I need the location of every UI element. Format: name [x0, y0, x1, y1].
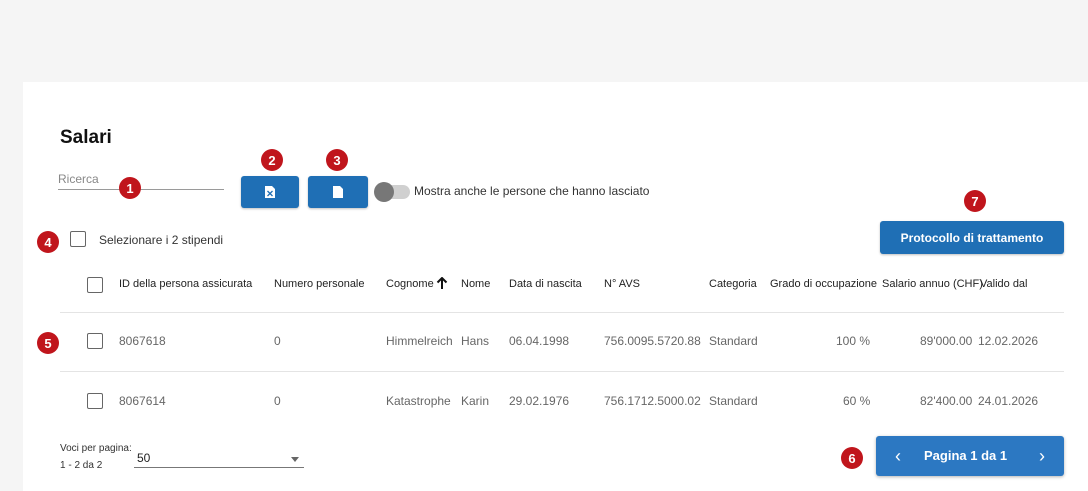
chevron-left-icon: ‹ [895, 445, 901, 466]
column-header-insured-id[interactable]: ID della persona assicurata [119, 278, 252, 290]
cell-personal-number: 0 [274, 334, 281, 348]
callout-marker-5: 5 [37, 332, 59, 354]
search-field[interactable] [58, 170, 224, 190]
row-divider [60, 371, 1064, 372]
chevron-down-icon [291, 457, 299, 462]
cell-annual-salary: 82'400.00 [920, 394, 973, 408]
column-header-birth-date[interactable]: Data di nascita [509, 278, 582, 290]
column-header-avs-number[interactable]: N° AVS [604, 278, 640, 290]
callout-marker-1: 1 [119, 177, 141, 199]
cell-name: Karin [461, 394, 490, 408]
search-input[interactable] [58, 170, 178, 188]
cell-category: Standard [709, 334, 758, 348]
cell-avs-number: 756.1712.5000.02 [604, 394, 701, 408]
cell-employment-degree: 100 % [836, 334, 871, 348]
cell-surname: Himmelreich [386, 334, 453, 348]
per-page-value: 50 [137, 451, 151, 465]
callout-marker-7: 7 [964, 190, 986, 212]
cell-birth-date: 29.02.1976 [509, 394, 570, 408]
cell-personal-number: 0 [274, 394, 281, 408]
pagination-control: ‹ Pagina 1 da 1 › [876, 436, 1064, 476]
row-checkbox[interactable] [87, 333, 103, 349]
cell-birth-date: 06.04.1998 [509, 334, 570, 348]
select-all-label: Selezionare i 2 stipendi [99, 233, 224, 247]
select-all-checkbox[interactable] [70, 231, 86, 247]
callout-marker-2: 2 [261, 149, 283, 171]
callout-marker-3: 3 [326, 149, 348, 171]
column-header-employment-degree[interactable]: Grado di occupazione [770, 278, 877, 290]
row-divider [60, 312, 1064, 313]
page-indicator: Pagina 1 da 1 [924, 448, 1008, 463]
show-left-persons-toggle[interactable] [374, 182, 410, 202]
cell-category: Standard [709, 394, 758, 408]
document-file-icon [333, 186, 343, 198]
chevron-right-icon: › [1039, 445, 1045, 466]
column-header-name[interactable]: Nome [461, 278, 490, 290]
per-page-select[interactable]: 50 [134, 449, 304, 468]
processing-protocol-button[interactable]: Protocollo di trattamento [880, 221, 1064, 254]
cell-insured-id[interactable]: 8067618 [119, 334, 166, 348]
column-header-category[interactable]: Categoria [709, 278, 757, 290]
header-checkbox[interactable] [87, 277, 103, 293]
export-excel-button[interactable] [241, 176, 299, 208]
cell-valid-from: 24.01.2026 [978, 394, 1039, 408]
page-title: Salari [60, 127, 112, 148]
column-header-annual-salary[interactable]: Salario annuo (CHF) [882, 278, 983, 290]
cell-employment-degree: 60 % [843, 394, 871, 408]
column-header-personal-number[interactable]: Numero personale [274, 278, 365, 290]
excel-file-icon [265, 186, 275, 198]
export-document-button[interactable] [308, 176, 368, 208]
column-header-valid-from[interactable]: Valido dal [980, 278, 1028, 290]
range-label: 1 - 2 da 2 [60, 460, 103, 471]
toggle-knob [374, 182, 394, 202]
show-left-persons-label: Mostra anche le persone che hanno lascia… [414, 184, 650, 198]
column-header-surname[interactable]: Cognome [386, 278, 434, 290]
previous-page-button[interactable]: ‹ [880, 436, 916, 476]
arrow-up-icon[interactable] [436, 276, 448, 295]
cell-avs-number: 756.0095.5720.88 [604, 334, 701, 348]
cell-surname: Katastrophe [386, 394, 451, 408]
cell-valid-from: 12.02.2026 [978, 334, 1039, 348]
cell-insured-id[interactable]: 8067614 [119, 394, 166, 408]
cell-name: Hans [461, 334, 490, 348]
per-page-label: Voci per pagina: [60, 443, 132, 454]
callout-marker-6: 6 [841, 447, 863, 469]
row-checkbox[interactable] [87, 393, 103, 409]
callout-marker-4: 4 [37, 231, 59, 253]
cell-annual-salary: 89'000.00 [920, 334, 973, 348]
next-page-button[interactable]: › [1024, 436, 1060, 476]
